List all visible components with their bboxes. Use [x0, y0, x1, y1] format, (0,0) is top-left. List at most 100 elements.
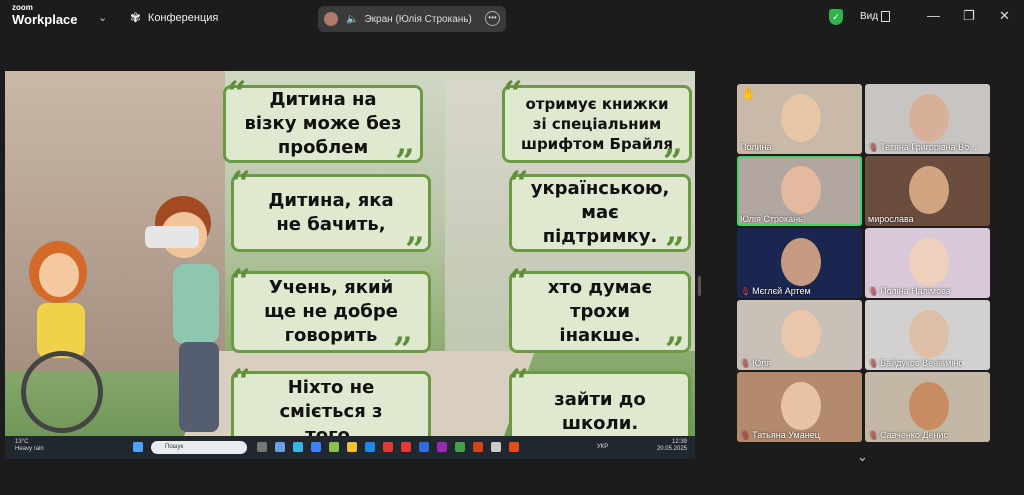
participant-tile[interactable]: 🎙 Поліна Налімова: [865, 228, 990, 298]
app-icon: [311, 442, 321, 452]
weather-temp: 13°C: [15, 439, 29, 445]
participant-video: [781, 382, 821, 430]
participant-tile[interactable]: 🎙 Савченко Денис: [865, 372, 990, 442]
pdf-icon: [383, 442, 393, 452]
participant-tile[interactable]: ✋ Полина: [737, 84, 862, 154]
participant-tile[interactable]: 🎙 Юля: [737, 300, 862, 370]
windows-start-icon: [133, 442, 143, 452]
chevron-down-icon[interactable]: ⌄: [857, 449, 868, 465]
app-icon: [473, 442, 483, 452]
participant-name-label: Юля: [752, 358, 771, 368]
muted-mic-icon: 🎙: [868, 359, 879, 368]
speaker-icon: 🔈: [346, 13, 359, 25]
remote-taskbar: 13°C Heavy rain Пошук УКР 12:39 20.05.20…: [5, 436, 695, 459]
muted-mic-icon: 🎙: [868, 431, 879, 440]
participant-tile[interactable]: 🎙 Байдуков Веніаміно: [865, 300, 990, 370]
muted-mic-icon: 🎙: [868, 143, 879, 152]
app-icon: [401, 442, 411, 452]
quote-open-icon: “: [227, 74, 247, 114]
participant-tile[interactable]: 🎙 Татьяна Уманец: [737, 372, 862, 442]
chrome-icon: [455, 442, 465, 452]
keyboard-language: УКР: [597, 444, 609, 450]
quote-close-icon: ”: [665, 230, 685, 270]
folder-icon: [347, 442, 357, 452]
app-icon: [329, 442, 339, 452]
more-icon[interactable]: •••: [485, 11, 500, 26]
participant-tile[interactable]: мирослава: [865, 156, 990, 226]
participant-name-label: Полина: [740, 142, 772, 152]
edge-icon: [293, 442, 303, 452]
participant-name-label: Татьяна Уманец: [752, 430, 820, 440]
participant-video: [909, 310, 949, 358]
quote-close-icon: ”: [405, 230, 425, 270]
clock-date: 20.05.2025: [656, 446, 687, 453]
weather-widget: 13°C Heavy rain: [15, 439, 44, 453]
vr-child-illustration: [145, 196, 245, 446]
quote-open-icon: “: [503, 74, 523, 114]
title-bar: zoom Workplace ⌄ ✾ Конференция 🔈 Экран (…: [0, 0, 1024, 36]
participant-name: 🎙 Поліна Налімова: [868, 286, 951, 296]
restore-icon[interactable]: ❐: [963, 8, 975, 24]
avatar: [324, 12, 338, 26]
participant-tile[interactable]: Юлія Строкань: [737, 156, 862, 226]
participant-video: [909, 238, 949, 286]
participant-name: 🎙 Мєглєй Артем: [740, 286, 811, 296]
brand-name: Workplace: [12, 12, 78, 27]
participant-video: [781, 310, 821, 358]
view-button[interactable]: Вид: [860, 11, 878, 22]
participant-name: 🎙 Савченко Денис: [868, 430, 948, 440]
brand-small: zoom: [12, 3, 33, 12]
quote-open-icon: “: [509, 164, 529, 204]
chevron-down-icon[interactable]: ⌄: [98, 11, 107, 24]
quote-close-icon: ”: [393, 330, 413, 370]
participant-name: 🎙 Байдуков Веніаміно: [868, 358, 963, 368]
paw-icon: ✾: [130, 10, 141, 25]
muted-mic-icon: 🎙: [740, 431, 751, 440]
slide-card: хто думає трохи інакше.: [509, 271, 691, 353]
participant-name: мирослава: [868, 214, 914, 224]
share-label: Экран (Юлія Строкань): [364, 13, 472, 25]
participant-name: Юлія Строкань: [740, 214, 803, 224]
participant-name-label: Поліна Налімова: [880, 286, 951, 296]
shield-icon[interactable]: ✓: [829, 9, 843, 25]
clock-time: 12:39: [671, 439, 687, 445]
slide-card: Дитина, яка не бачить,: [231, 174, 431, 252]
taskview-icon: [257, 442, 267, 452]
weather-text: Heavy rain: [15, 446, 44, 453]
participant-name: 🎙 Юля: [740, 358, 771, 368]
quote-open-icon: “: [509, 362, 529, 402]
resize-handle[interactable]: [698, 276, 701, 296]
quote-close-icon: ”: [395, 142, 415, 182]
app-icon: [491, 442, 501, 452]
quote-close-icon: ”: [665, 330, 685, 370]
zoom-logo: zoom Workplace: [12, 3, 78, 27]
participant-name-label: Савченко Денис: [880, 430, 948, 440]
app-icon: [437, 442, 447, 452]
slide-card: Дитина на візку може без проблем: [223, 85, 423, 163]
muted-mic-icon: 🎙: [740, 287, 751, 296]
taskbar-search-label: Пошук: [165, 444, 184, 450]
minimize-icon[interactable]: —: [927, 8, 940, 23]
quote-open-icon: “: [509, 262, 529, 302]
quote-close-icon: ”: [663, 142, 683, 182]
taskbar-search: Пошук: [151, 441, 247, 454]
muted-mic-icon: 🎙: [740, 359, 751, 368]
close-icon[interactable]: ✕: [999, 8, 1010, 24]
participant-name-label: мирослава: [868, 214, 914, 224]
meeting-info-button[interactable]: ✾ Конференция: [130, 10, 218, 26]
meeting-label: Конференция: [147, 12, 219, 24]
participant-tile[interactable]: 🎙 Мєглєй Артем: [737, 228, 862, 298]
grid-view-icon[interactable]: [881, 11, 890, 22]
system-clock: 12:39 20.05.2025: [657, 439, 687, 453]
participant-name-label: Юлія Строкань: [740, 214, 803, 224]
participant-tile[interactable]: 🎙 Тетяна Григорівна Во...: [865, 84, 990, 154]
participant-name: 🎙 Татьяна Уманец: [740, 430, 820, 440]
participant-video: [781, 94, 821, 142]
app-icon: [509, 442, 519, 452]
app-icon: [275, 442, 285, 452]
screen-share-indicator[interactable]: 🔈 Экран (Юлія Строкань) •••: [318, 6, 506, 32]
quote-open-icon: “: [231, 164, 251, 204]
participant-video: [909, 94, 949, 142]
muted-mic-icon: 🎙: [868, 287, 879, 296]
participant-video: [909, 166, 949, 214]
